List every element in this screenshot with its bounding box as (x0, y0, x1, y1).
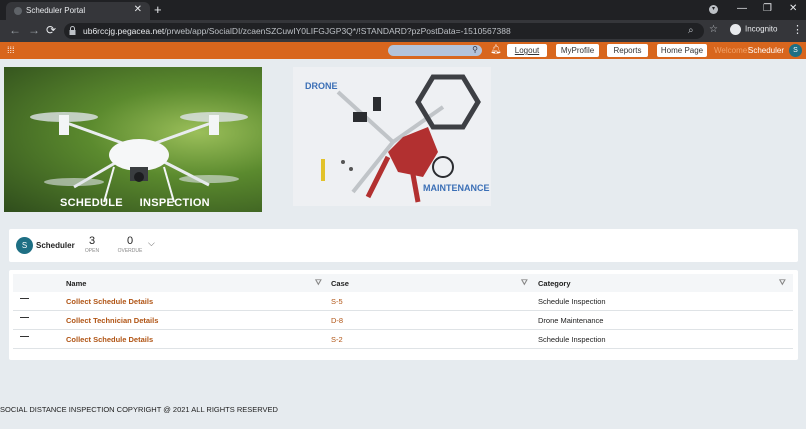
open-count: 3 (88, 235, 96, 247)
table-row: Collect Schedule Details S-2 Schedule In… (13, 330, 793, 349)
row-expand-icon[interactable] (20, 317, 29, 318)
new-tab-icon[interactable]: + (154, 2, 162, 17)
category-cell: Schedule Inspection (538, 335, 606, 344)
case-id-link[interactable]: D-8 (331, 316, 343, 325)
url-text: ub6rccjg.pegacea.net/prweb/app/SocialDI/… (83, 26, 511, 36)
open-label: OPEN (84, 248, 100, 254)
table-row: Collect Technician Details D-8 Drone Mai… (13, 311, 793, 330)
window-close-icon[interactable]: ✕ (789, 3, 797, 14)
filter-icon[interactable]: ⛛ (315, 278, 322, 288)
search-icon[interactable]: ⚲ (472, 45, 478, 54)
open-metric[interactable]: 3 OPEN (84, 235, 100, 254)
overdue-metric[interactable]: 0 OVERDUE (117, 235, 143, 254)
copyright-footer: SOCIAL DISTANCE INSPECTION COPYRIGHT @ 2… (0, 405, 278, 414)
operator-name[interactable]: Scheduler (36, 241, 75, 250)
browser-menu-icon[interactable]: ⋮ (792, 23, 803, 36)
banner-caption: SCHEDULE INSPECTION (60, 197, 210, 209)
app-grid-icon[interactable]: ⁞⁞⁞ (7, 46, 16, 55)
reload-icon[interactable]: ⟳ (46, 23, 56, 37)
incognito-icon (730, 24, 741, 35)
table-row: Collect Schedule Details S-5 Schedule In… (13, 292, 793, 311)
home-page-link[interactable]: Home Page (657, 44, 707, 57)
task-name-link[interactable]: Collect Technician Details (66, 316, 158, 325)
column-header-case[interactable]: Case (331, 279, 349, 288)
tab-close-icon[interactable]: ✕ (134, 4, 142, 15)
row-expand-icon[interactable] (20, 336, 29, 337)
lock-icon (69, 26, 76, 35)
logout-link[interactable]: Logout (507, 44, 547, 57)
tab-favicon-icon (14, 7, 22, 15)
welcome-text: Welcome! (714, 46, 750, 55)
row-expand-icon[interactable] (20, 298, 29, 299)
drone-maintenance-banner[interactable]: DRONE MAINTENANCE (293, 67, 491, 206)
minimize-icon[interactable]: — (737, 3, 747, 14)
restore-icon[interactable]: ❐ (763, 3, 772, 14)
browser-toolbar: ← → ⟳ ub6rccjg.pegacea.net/prweb/app/Soc… (0, 20, 806, 42)
app-header: ⁞⁞⁞ ⚲ 🔔︎ Logout MyProfile Reports Home P… (0, 42, 806, 59)
reports-link[interactable]: Reports (607, 44, 648, 57)
incognito-indicator[interactable]: Incognito (730, 24, 777, 35)
operator-avatar: S (16, 237, 33, 254)
task-name-link[interactable]: Collect Schedule Details (66, 335, 153, 344)
app-search-input[interactable]: ⚲ (388, 45, 482, 56)
back-icon[interactable]: ← (9, 23, 21, 37)
filter-icon[interactable]: ⛛ (779, 278, 786, 288)
operator-status-panel: S Scheduler 3 OPEN 0 OVERDUE ⌵ (9, 229, 798, 262)
forward-icon[interactable]: → (28, 23, 40, 37)
drone-illustration (30, 112, 248, 203)
drone-label: DRONE (305, 81, 338, 91)
overdue-label: OVERDUE (117, 248, 143, 254)
filter-icon[interactable]: ⛛ (521, 278, 528, 288)
case-id-link[interactable]: S-2 (331, 335, 343, 344)
tab-search-icon[interactable]: ▾ (709, 5, 718, 14)
bookmark-star-icon[interactable]: ☆ (709, 24, 718, 35)
browser-tabstrip: Scheduler Portal ✕ + ▾ — ❐ ✕ (0, 0, 806, 20)
chevron-down-icon[interactable]: ⌵ (148, 238, 155, 249)
schedule-inspection-banner[interactable]: SCHEDULE INSPECTION (4, 67, 262, 212)
category-cell: Drone Maintenance (538, 316, 604, 325)
column-header-name[interactable]: Name (66, 279, 86, 288)
table-header: Name ⛛ Case ⛛ Category ⛛ (13, 274, 793, 292)
header-username[interactable]: Scheduler (748, 46, 784, 55)
overdue-count: 0 (126, 235, 134, 247)
case-id-link[interactable]: S-5 (331, 297, 343, 306)
column-header-category[interactable]: Category (538, 279, 571, 288)
category-cell: Schedule Inspection (538, 297, 606, 306)
zoom-icon[interactable]: ⌕ (688, 25, 694, 36)
notification-bell-icon[interactable]: 🔔︎ (490, 44, 501, 55)
address-bar[interactable]: ub6rccjg.pegacea.net/prweb/app/SocialDI/… (64, 23, 704, 39)
maintenance-label: MAINTENANCE (423, 183, 490, 193)
tab-title: Scheduler Portal (26, 6, 86, 15)
worklist-table: Name ⛛ Case ⛛ Category ⛛ Collect Schedul… (9, 270, 798, 360)
task-name-link[interactable]: Collect Schedule Details (66, 297, 153, 306)
myprofile-link[interactable]: MyProfile (556, 44, 599, 57)
header-avatar[interactable]: S (789, 44, 802, 57)
browser-tab[interactable]: Scheduler Portal ✕ (6, 2, 150, 20)
